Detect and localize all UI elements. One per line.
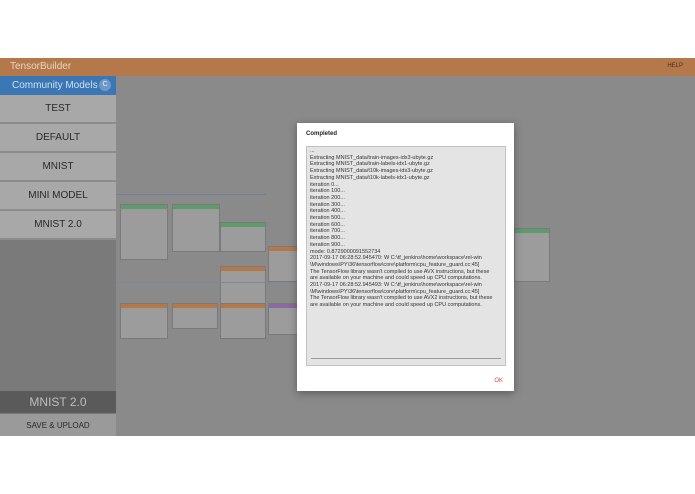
graph-node[interactable] [120,303,168,339]
graph-node[interactable] [268,303,298,335]
sidebar-item-mini-model[interactable]: MINI MODEL [0,182,116,211]
log-line: \M\windows\PY\36\tensorflow\core\platfor… [310,288,480,295]
log-line: The TensorFlow library wasn't compiled t… [310,268,490,275]
log-line: The TensorFlow library wasn't compiled t… [310,295,493,302]
graph-node[interactable] [172,204,220,252]
sidebar-item-mnist[interactable]: MNIST [0,153,116,182]
log-line: iteration 0... [310,181,339,188]
log-line: are available on your machine and could … [310,275,482,282]
log-line: iteration 900... [310,241,345,248]
log-line: ... [310,148,315,154]
log-line: iteration 400... [310,208,345,215]
refresh-icon[interactable]: C [99,79,111,91]
sidebar-item-label: MNIST 2.0 [34,219,82,230]
help-link[interactable]: HELP [667,63,683,69]
log-line: \M\windows\PY\36\tensorflow\core\platfor… [310,261,480,268]
sidebar-item-default[interactable]: DEFAULT [0,124,116,153]
log-line: iteration 500... [310,215,345,222]
log-line: iteration 200... [310,194,345,201]
graph-node[interactable] [172,303,218,329]
graph-edge [116,282,296,283]
graph-node[interactable] [268,246,298,282]
ok-button[interactable]: OK [494,378,503,384]
sidebar-item-test[interactable]: TEST [0,95,116,124]
log-line: are available on your machine and could … [310,302,482,309]
graph-node[interactable] [514,228,550,282]
current-model-name: MNIST 2.0 [0,391,116,413]
graph-node[interactable] [120,204,168,260]
log-line: 2017-09-17 06:28:52.945493: W C:\tf_jenk… [310,282,482,289]
log-line: Extracting MNIST_data/t10k-labels-idx1-u… [310,174,430,181]
title-bar: TensorBuilder HELP [0,58,695,76]
log-line: iteration 100... [310,188,345,195]
graph-node[interactable] [220,266,266,308]
log-line: 2017-09-17 06:28:52.945470: W C:\tf_jenk… [310,255,482,262]
community-models-header[interactable]: Community Models C [0,76,116,95]
sidebar-item-label: MINI MODEL [28,190,88,201]
sidebar-item-label: TEST [45,103,71,114]
dialog-title: Completed [306,131,338,137]
app-title: TensorBuilder [10,61,72,72]
save-upload-button[interactable]: SAVE & UPLOAD [0,414,116,436]
community-models-label: Community Models [12,80,98,91]
log-line: Extracting MNIST_data/train-labels-idx1-… [310,161,430,168]
log-line: iteration 600... [310,221,345,228]
log-divider [311,358,501,359]
sidebar: Community Models C TEST DEFAULT MNIST MI… [0,76,116,436]
sidebar-item-mnist-2[interactable]: MNIST 2.0 [0,211,116,240]
log-line: Extracting MNIST_data/t10k-images-idx3-u… [310,168,433,175]
completed-dialog: Completed ... Extracting MNIST_data/train… [297,123,514,391]
log-line: iteration 300... [310,201,345,208]
sidebar-item-label: DEFAULT [35,132,81,143]
log-line: iteration 800... [310,235,345,242]
log-lines: ... Extracting MNIST_data/train-images-id… [307,147,505,309]
log-line: Extracting MNIST_data/train-images-idx3-… [310,154,434,161]
graph-edge [116,194,266,195]
graph-node[interactable] [220,222,266,252]
log-line: mode: 0.8729000091552734 [310,248,381,255]
graph-node[interactable] [220,303,266,339]
output-log[interactable]: ... Extracting MNIST_data/train-images-id… [306,146,506,366]
sidebar-item-label: MNIST [42,161,74,172]
log-line: iteration 700... [310,228,345,235]
